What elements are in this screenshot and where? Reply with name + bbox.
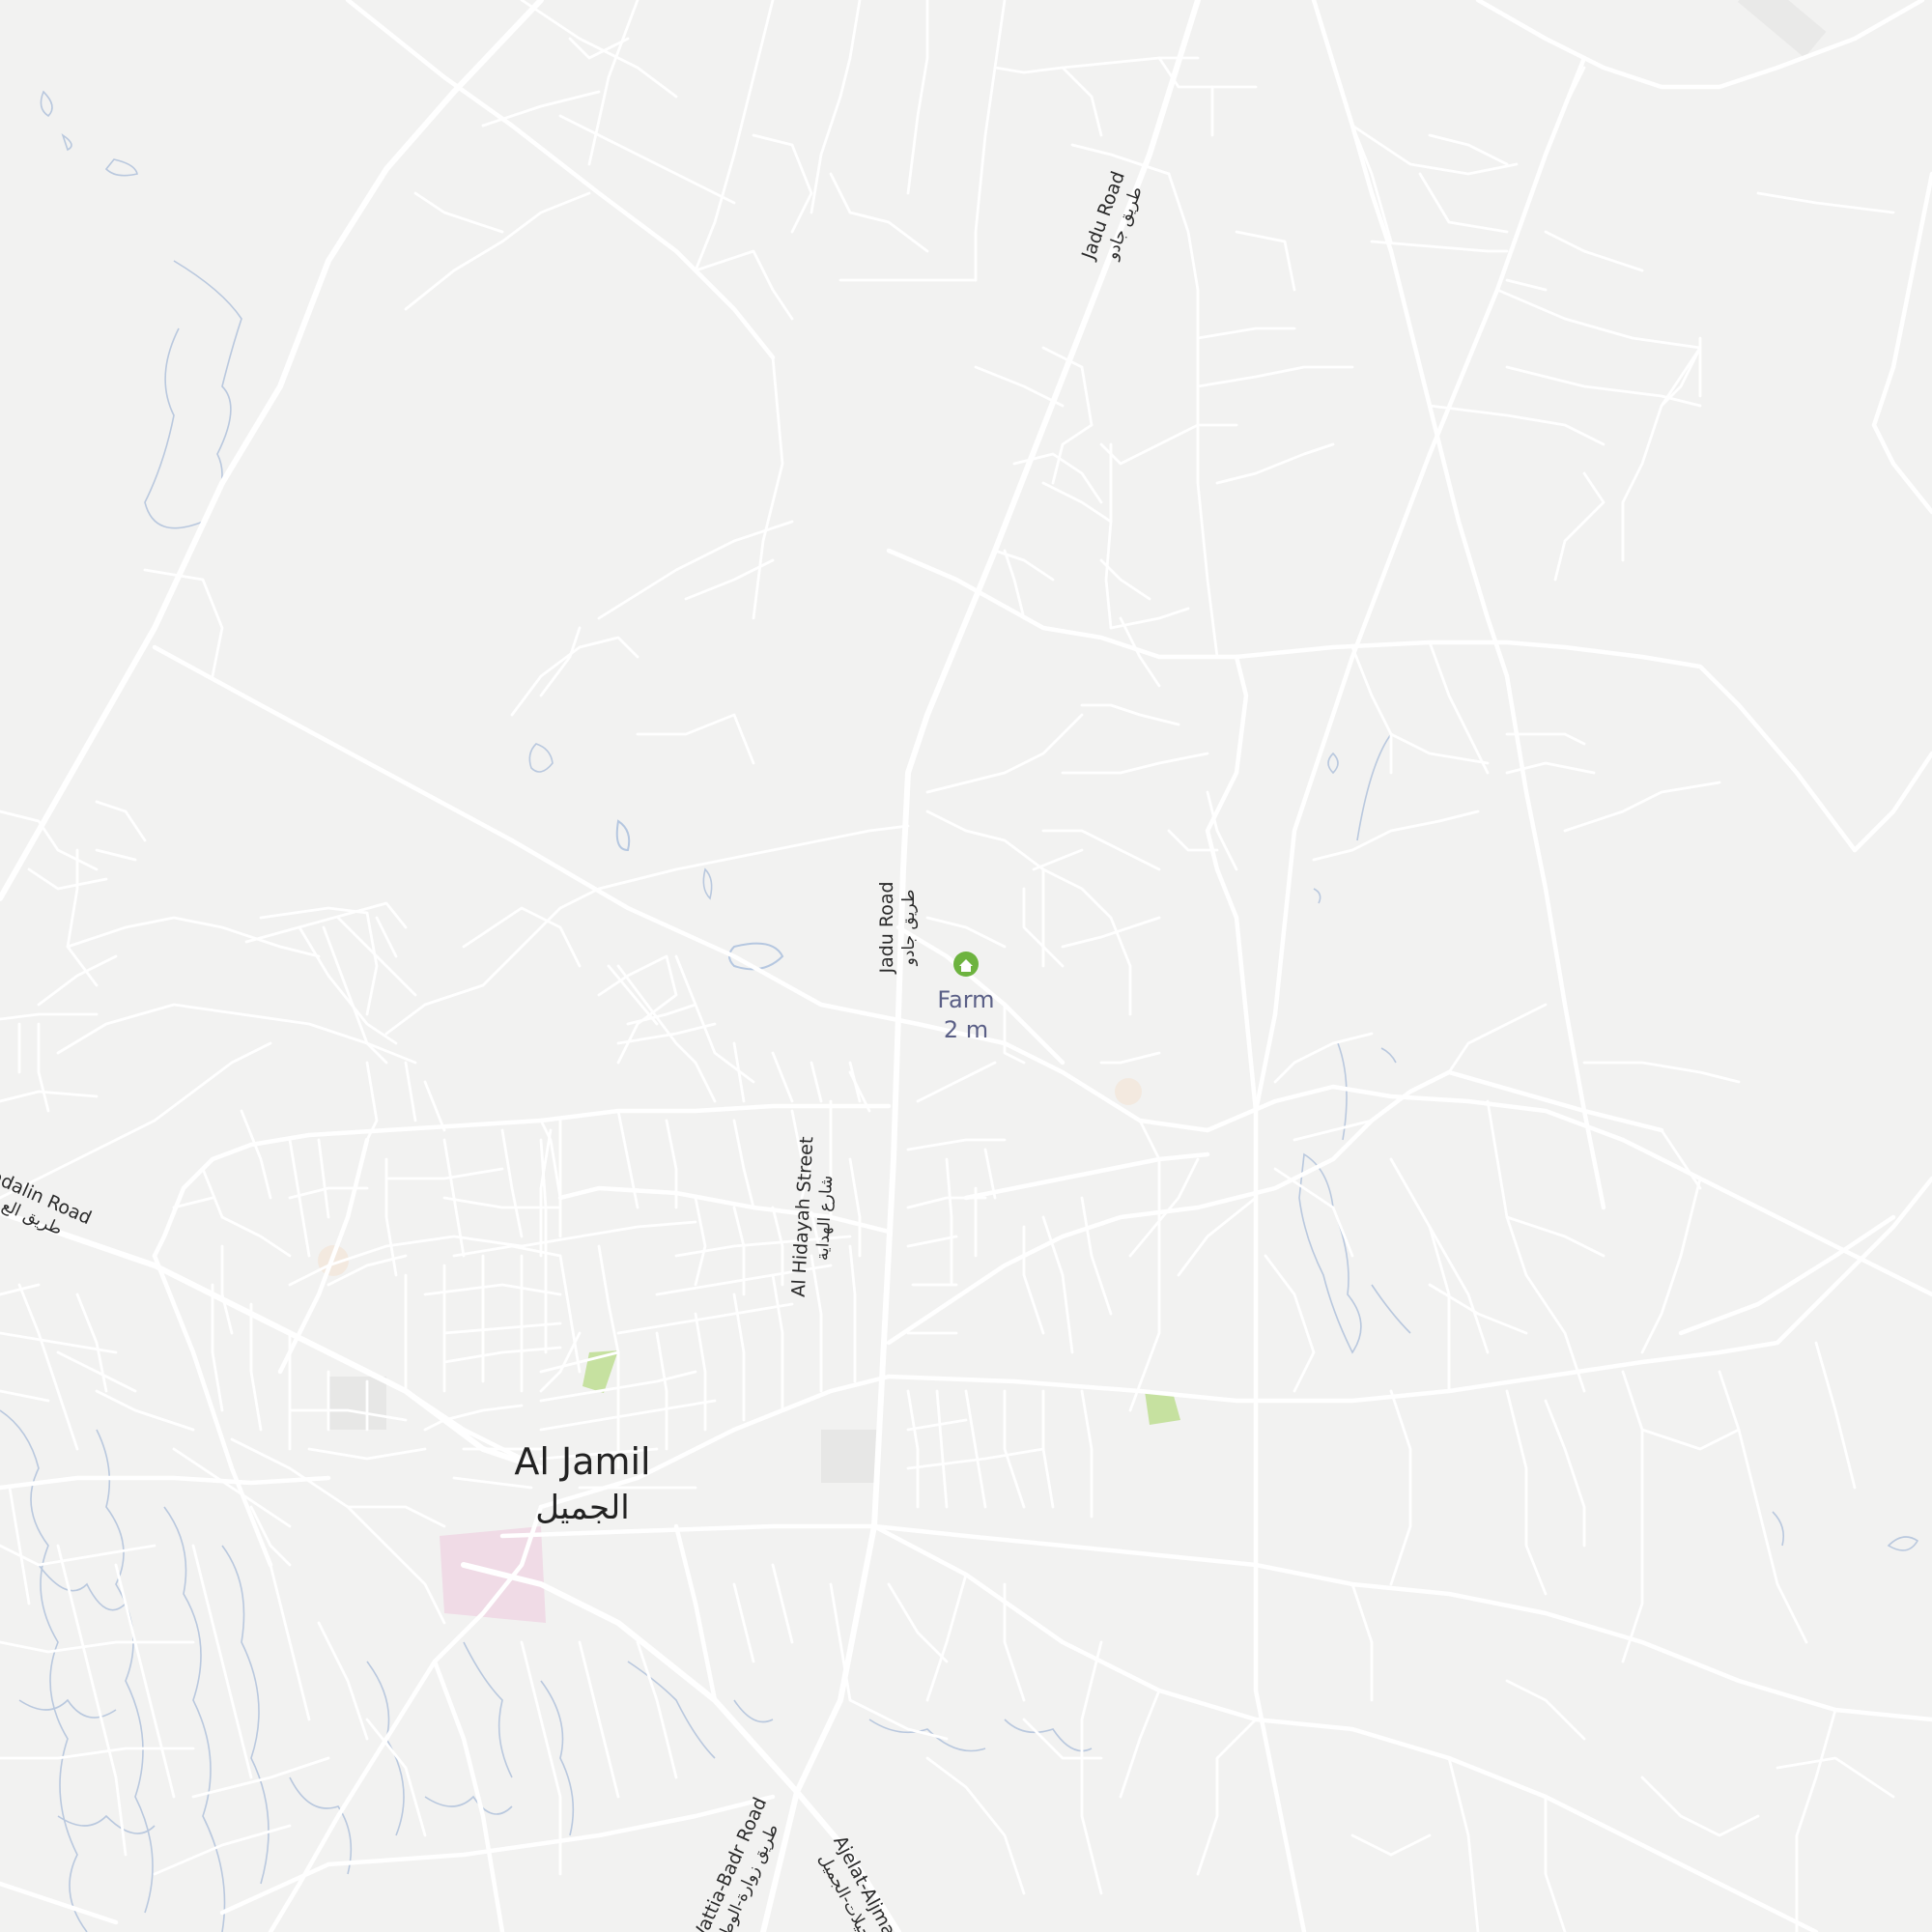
labels-layer: Jadu Road طريق جادو Jadu Road طريق جادو … bbox=[0, 169, 1147, 1932]
farm-poi[interactable]: Farm 2 m bbox=[937, 952, 995, 1043]
city-label[interactable]: Al Jamil bbox=[514, 1440, 650, 1483]
map-canvas[interactable]: Jadu Road طريق جادو Jadu Road طريق جادو … bbox=[0, 0, 1932, 1932]
west-diagonal bbox=[0, 1209, 544, 1471]
west-road-label: adalin Road طريق الع bbox=[0, 1166, 95, 1239]
ajelat-road-label: Ajelat-Aljmail عجيلات-الجميل bbox=[814, 1833, 904, 1932]
hidayah-street-label-ar: شارع الهداية bbox=[813, 1175, 838, 1261]
city-label-ar: الجميل bbox=[535, 1489, 629, 1527]
landuse-layer bbox=[318, 0, 1827, 1623]
jadu-road-label-lower-en: Jadu Road bbox=[876, 881, 897, 974]
jadu-road bbox=[760, 0, 1201, 1932]
poi-distance-label: 2 m bbox=[944, 1016, 988, 1043]
poi-name-label: Farm bbox=[937, 986, 994, 1013]
jadu-road-label-lower-ar: طريق جادو bbox=[899, 890, 919, 967]
